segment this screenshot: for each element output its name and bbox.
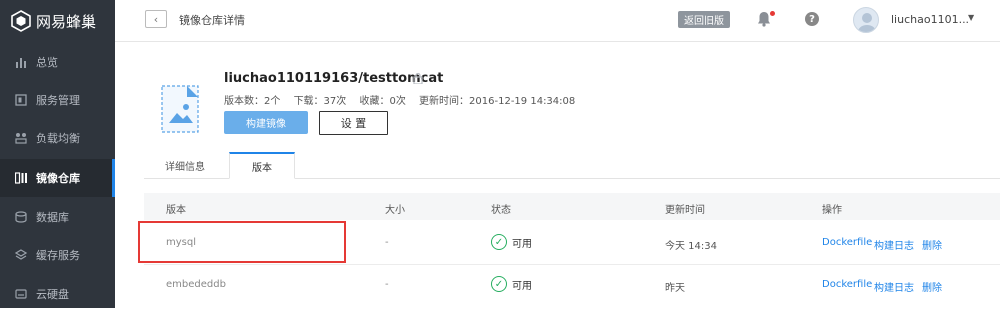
bell-icon[interactable] bbox=[757, 11, 771, 27]
bar-chart-icon bbox=[14, 55, 28, 69]
logo-text: 网易蜂巢 bbox=[36, 12, 97, 31]
sidebar-item-cache[interactable]: 缓存服务 bbox=[0, 236, 115, 274]
size-value: - bbox=[385, 237, 389, 248]
sidebar-item-label: 缓存服务 bbox=[36, 249, 80, 262]
caret-down-icon[interactable]: ▼ bbox=[968, 13, 974, 22]
repo-image-icon bbox=[161, 85, 199, 133]
page-title: 镜像仓库详情 bbox=[179, 14, 245, 27]
updated-time: 更新时间：2016-12-19 14:34:08 bbox=[419, 96, 576, 107]
row-divider bbox=[144, 264, 1000, 265]
service-icon bbox=[14, 93, 28, 107]
hive-logo-icon bbox=[11, 10, 31, 32]
disk-icon bbox=[14, 287, 28, 301]
delete-link[interactable]: 删除 bbox=[922, 237, 942, 252]
top-bar: ‹ 镜像仓库详情 返回旧版 ? liuchao1101... ▼ bbox=[115, 0, 1000, 42]
sidebar-item-label: 总览 bbox=[36, 56, 58, 69]
username[interactable]: liuchao1101... bbox=[891, 13, 969, 26]
sidebar-item-label: 云硬盘 bbox=[36, 288, 69, 301]
delete-link[interactable]: 删除 bbox=[922, 279, 942, 294]
status-badge: ✓ 可用 bbox=[491, 234, 532, 250]
notification-dot bbox=[770, 11, 775, 16]
column-header-version: 版本 bbox=[166, 205, 186, 216]
status-badge: ✓ 可用 bbox=[491, 276, 532, 292]
table-header bbox=[144, 193, 1000, 220]
sidebar-item-database[interactable]: 数据库 bbox=[0, 198, 115, 236]
load-balancer-icon bbox=[14, 131, 28, 145]
column-header-status: 状态 bbox=[491, 205, 511, 216]
lock-icon bbox=[413, 72, 423, 84]
image-repo-icon bbox=[14, 171, 28, 185]
back-button[interactable]: ‹ bbox=[145, 10, 167, 28]
repo-name: liuchao110119163/testtomcat bbox=[224, 71, 444, 86]
logo[interactable]: 网易蜂巢 bbox=[0, 0, 115, 42]
dockerfile-link[interactable]: Dockerfile bbox=[822, 279, 872, 290]
sidebar-item-services[interactable]: 服务管理 bbox=[0, 81, 115, 119]
help-icon[interactable]: ? bbox=[805, 12, 819, 26]
highlight-box bbox=[138, 221, 346, 263]
favorite-count: 收藏：0次 bbox=[359, 96, 406, 107]
size-value: - bbox=[385, 279, 389, 290]
repo-meta: 版本数：2个 下载：37次 收藏：0次 更新时间：2016-12-19 14:3… bbox=[224, 92, 585, 107]
column-header-size: 大小 bbox=[385, 205, 405, 216]
check-circle-icon: ✓ bbox=[491, 276, 507, 292]
build-log-link[interactable]: 构建日志 bbox=[874, 237, 914, 252]
avatar[interactable] bbox=[853, 7, 879, 33]
status-label: 可用 bbox=[512, 280, 532, 292]
version-count: 版本数：2个 bbox=[224, 96, 281, 107]
sidebar-item-load-balancer[interactable]: 负载均衡 bbox=[0, 119, 115, 157]
settings-button[interactable]: 设 置 bbox=[319, 111, 388, 135]
build-log-link[interactable]: 构建日志 bbox=[874, 279, 914, 294]
column-header-updated: 更新时间 bbox=[665, 205, 705, 216]
sidebar-item-image-repo[interactable]: 镜像仓库 bbox=[0, 159, 115, 197]
sidebar: 网易蜂巢 总览 服务管理 负载均衡 镜像仓库 数据库 缓存服务 云硬盘 bbox=[0, 0, 115, 308]
chevron-left-icon: ‹ bbox=[153, 12, 159, 26]
build-image-button[interactable]: 构建镜像 bbox=[224, 111, 308, 134]
updated-value: 今天 14:34 bbox=[665, 241, 717, 252]
sidebar-item-overview[interactable]: 总览 bbox=[0, 43, 115, 81]
sidebar-item-label: 数据库 bbox=[36, 211, 69, 224]
tab-details[interactable]: 详细信息 bbox=[152, 152, 218, 179]
status-label: 可用 bbox=[512, 238, 532, 250]
column-header-actions: 操作 bbox=[822, 205, 842, 216]
sidebar-item-label: 负载均衡 bbox=[36, 132, 80, 145]
version-name: embededdb bbox=[166, 279, 226, 290]
database-icon bbox=[14, 210, 28, 224]
sidebar-item-label: 镜像仓库 bbox=[36, 172, 80, 185]
old-version-button[interactable]: 返回旧版 bbox=[678, 11, 730, 28]
updated-value: 昨天 bbox=[665, 283, 685, 294]
sidebar-item-label: 服务管理 bbox=[36, 94, 80, 107]
sidebar-item-cloud-disk[interactable]: 云硬盘 bbox=[0, 275, 115, 313]
download-count: 下载：37次 bbox=[293, 96, 347, 107]
cache-icon bbox=[14, 248, 28, 262]
check-circle-icon: ✓ bbox=[491, 234, 507, 250]
tab-versions[interactable]: 版本 bbox=[229, 152, 295, 179]
dockerfile-link[interactable]: Dockerfile bbox=[822, 237, 872, 248]
